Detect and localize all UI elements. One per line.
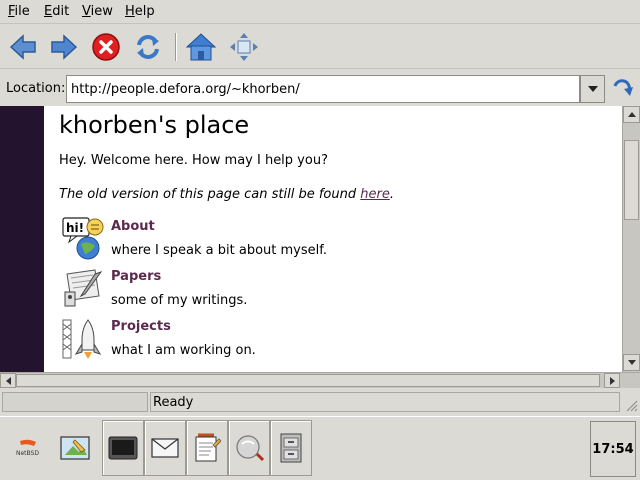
stop-icon <box>92 33 120 61</box>
hi-globe-icon: hi! <box>62 217 104 260</box>
horizontal-scroll-thumb[interactable] <box>16 374 600 387</box>
vertical-scrollbar[interactable] <box>622 106 640 372</box>
scroll-down-button[interactable] <box>623 354 640 371</box>
location-input[interactable]: http://people.defora.org/~khorben/ <box>66 75 580 103</box>
file-manager-button[interactable] <box>270 420 312 476</box>
search-button[interactable] <box>228 420 270 476</box>
old-version-text: The old version of this page can still b… <box>59 187 394 202</box>
forward-button[interactable] <box>47 30 81 64</box>
editor-button[interactable] <box>186 420 228 476</box>
menu-edit[interactable]: Edit <box>44 4 69 19</box>
web-page[interactable]: khorben's place Hey. Welcome here. How m… <box>44 106 622 372</box>
desktop-settings-button[interactable] <box>54 420 96 476</box>
statusbar: Ready <box>0 390 640 414</box>
progress-area <box>2 392 148 412</box>
clock[interactable]: 17:54 <box>590 421 636 477</box>
svg-text:NetBSD: NetBSD <box>16 450 39 457</box>
go-button[interactable] <box>608 76 636 104</box>
projects-description: what I am working on. <box>111 343 256 358</box>
home-icon <box>185 33 217 61</box>
editor-icon <box>195 433 221 462</box>
search-icon <box>236 435 264 462</box>
welcome-text: Hey. Welcome here. How may I help you? <box>59 153 328 168</box>
toolbar-separator <box>175 33 177 61</box>
page-left-border <box>0 106 44 372</box>
vertical-scroll-thumb[interactable] <box>624 140 639 220</box>
arrow-down-icon <box>627 360 636 365</box>
svg-text:hi!: hi! <box>66 221 84 235</box>
terminal-button[interactable] <box>102 420 144 476</box>
menubar: File Edit View Help <box>0 0 640 24</box>
file-manager-icon <box>280 433 302 463</box>
location-label: Location: <box>6 81 66 96</box>
scroll-right-button[interactable] <box>604 373 620 388</box>
netbsd-logo-icon: NetBSD <box>16 439 39 457</box>
scroll-up-button[interactable] <box>623 106 640 123</box>
mail-icon <box>151 438 179 458</box>
here-link[interactable]: here <box>360 187 390 202</box>
menu-help[interactable]: Help <box>125 4 155 19</box>
refresh-button[interactable] <box>131 30 165 64</box>
projects-link[interactable]: Projects <box>111 319 171 334</box>
papers-link[interactable]: Papers <box>111 269 161 284</box>
content-frame: khorben's place Hey. Welcome here. How m… <box>0 106 640 388</box>
location-dropdown-button[interactable] <box>580 75 605 103</box>
go-arrow-icon <box>613 79 633 96</box>
location-bar: Location: http://people.defora.org/~khor… <box>0 70 640 106</box>
menu-view[interactable]: View <box>82 4 113 19</box>
papers-description: some of my writings. <box>111 293 248 308</box>
page-title: khorben's place <box>59 111 250 139</box>
start-menu-button[interactable]: NetBSD <box>8 420 50 476</box>
back-icon <box>9 34 36 60</box>
horizontal-scrollbar[interactable] <box>0 372 640 388</box>
scroll-left-button[interactable] <box>0 373 16 388</box>
toolbar <box>0 25 640 69</box>
forward-icon <box>51 34 78 60</box>
mail-button[interactable] <box>144 420 186 476</box>
menu-file[interactable]: File <box>8 4 30 19</box>
home-button[interactable] <box>184 30 218 64</box>
resize-grip-icon[interactable] <box>622 396 638 412</box>
taskbar: NetBSD 17:54 <box>0 416 640 480</box>
papers-icon <box>64 269 103 307</box>
stop-button[interactable] <box>89 30 123 64</box>
about-link[interactable]: About <box>111 219 155 234</box>
chevron-down-icon <box>587 86 598 92</box>
desktop-settings-icon <box>60 436 90 460</box>
arrow-right-icon <box>609 376 615 385</box>
rocket-icon <box>62 319 102 359</box>
back-button[interactable] <box>6 30 40 64</box>
arrow-up-icon <box>627 112 636 117</box>
fullscreen-icon <box>230 33 258 61</box>
terminal-icon <box>108 436 138 460</box>
arrow-left-icon <box>5 376 11 385</box>
about-description: where I speak a bit about myself. <box>111 243 328 258</box>
fullscreen-button[interactable] <box>227 30 261 64</box>
status-text: Ready <box>150 392 620 412</box>
refresh-icon <box>137 35 159 59</box>
